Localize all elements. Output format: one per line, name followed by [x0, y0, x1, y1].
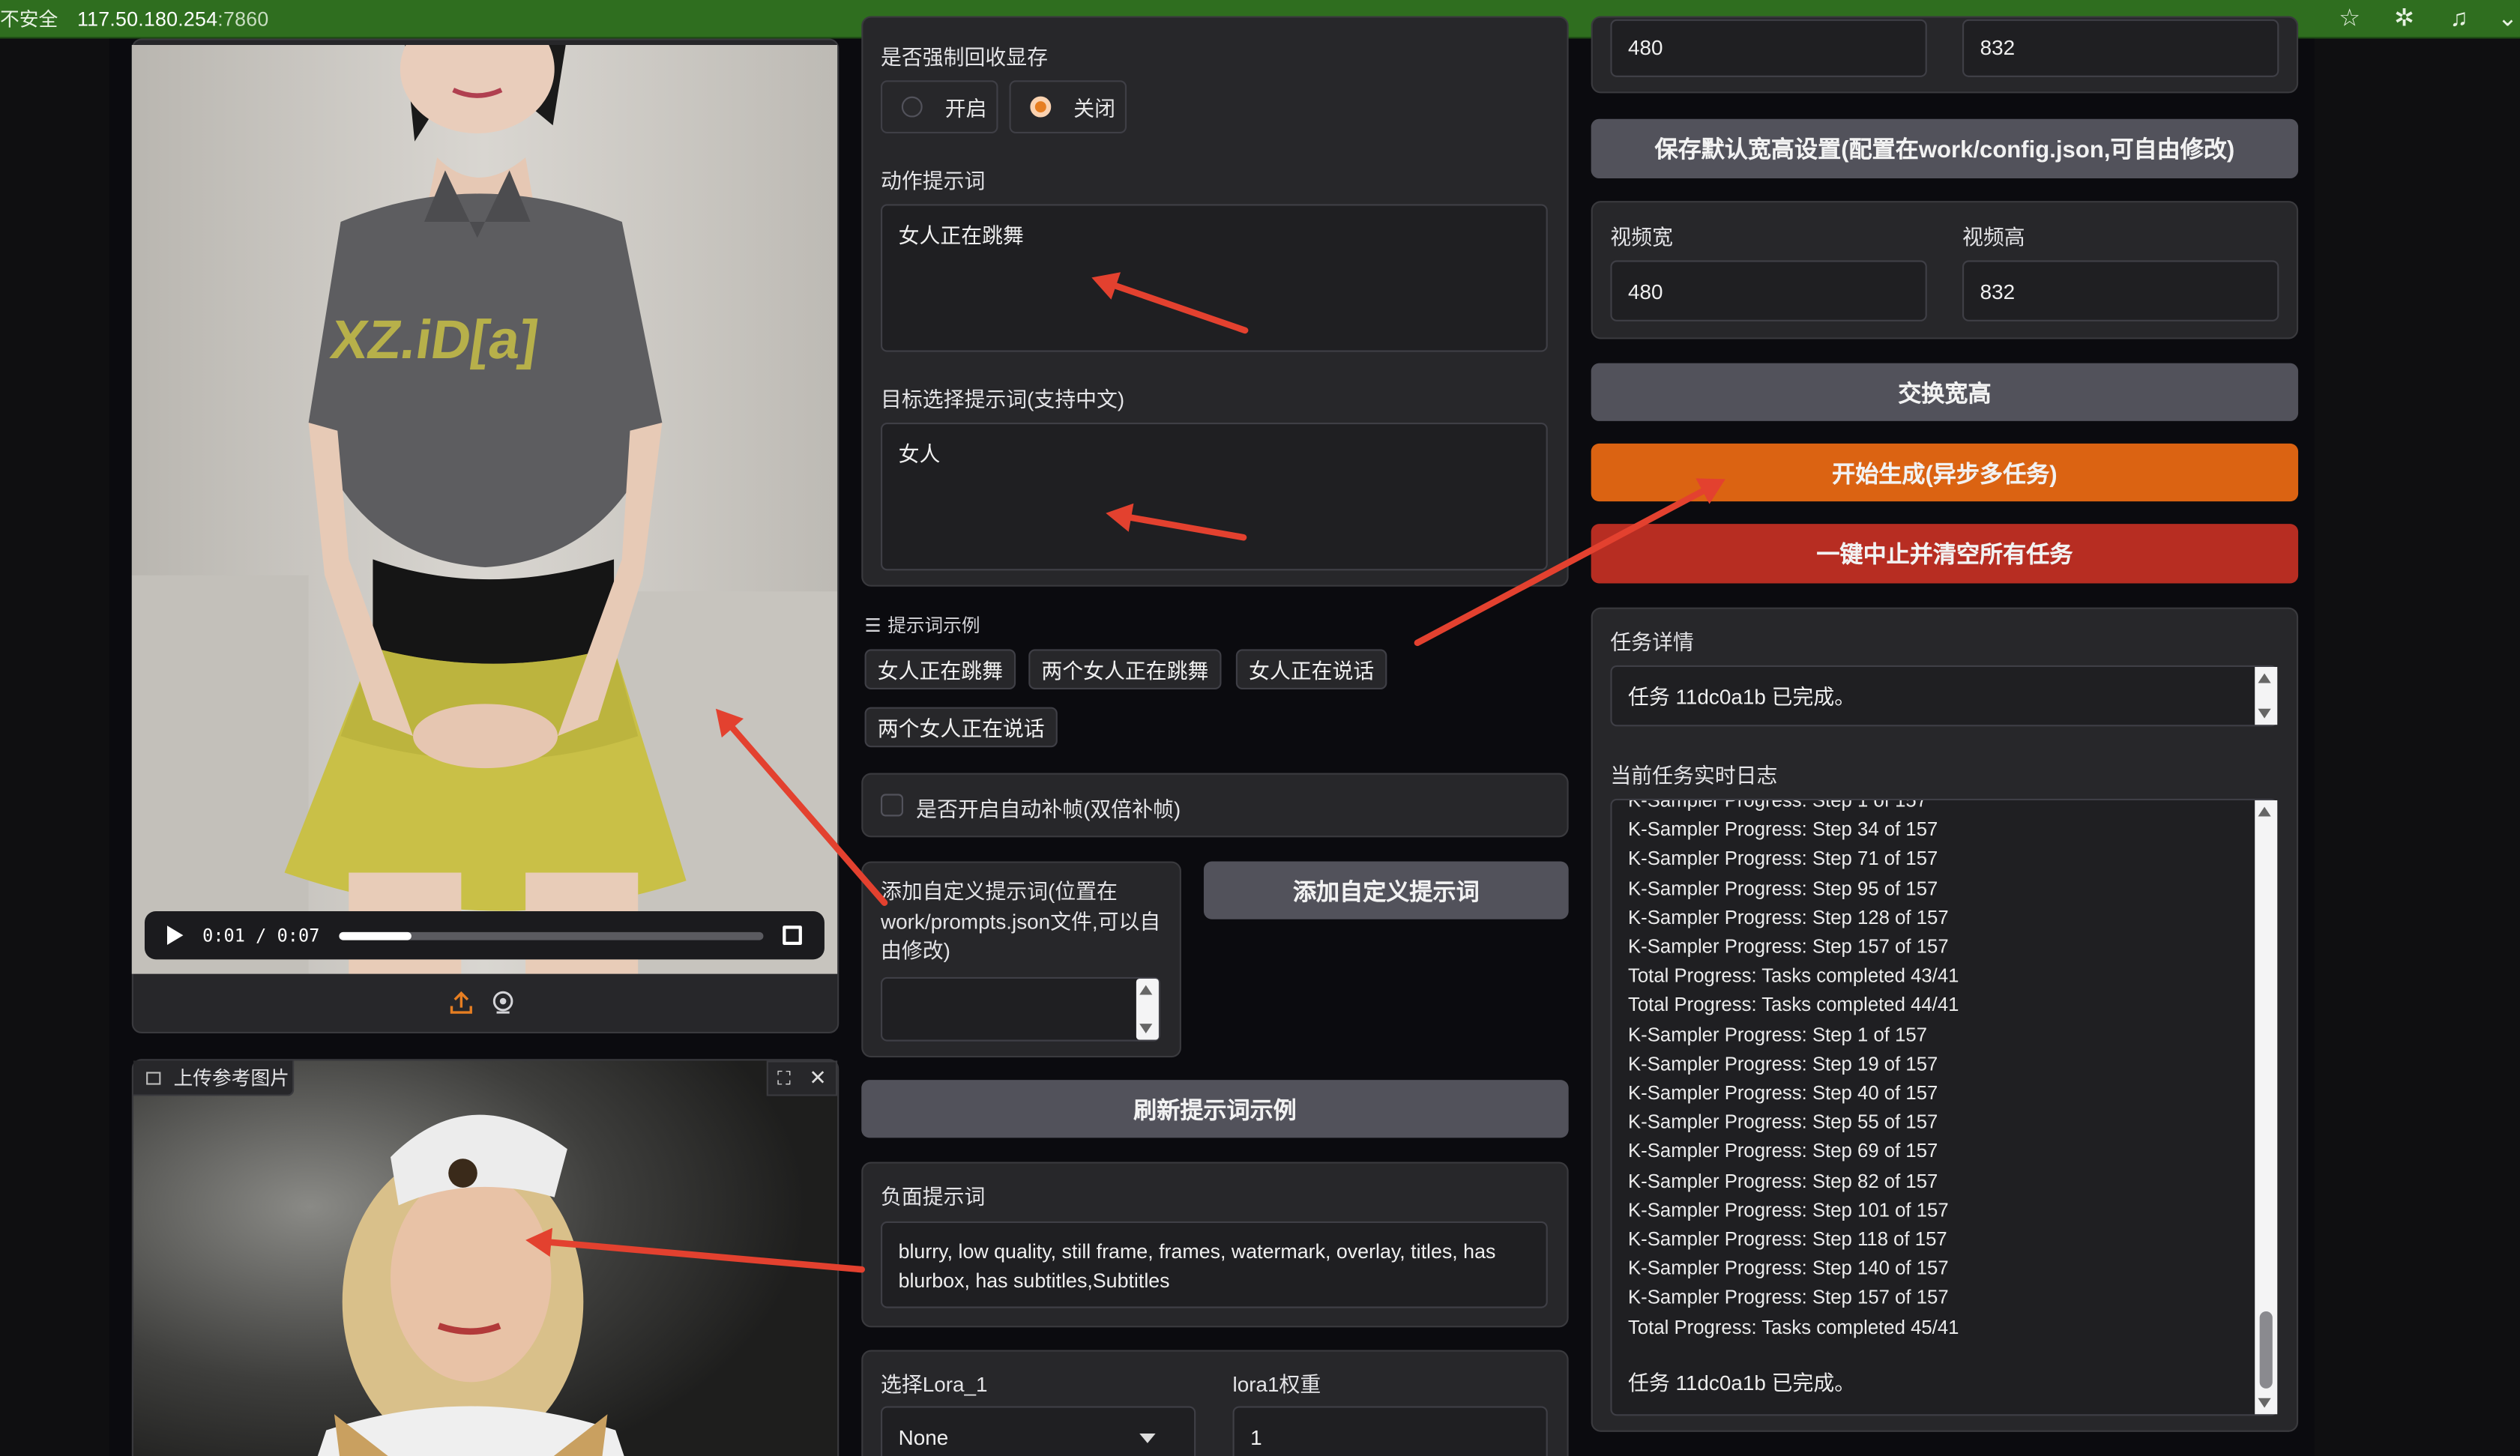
log-line: K-Sampler Progress: Step 71 of 157: [1628, 848, 1938, 871]
lora-select[interactable]: None: [880, 1406, 1196, 1456]
interp-label: 是否开启自动补帧(双倍补帧): [916, 797, 1181, 821]
log-line-partial: K-Sampler Progress: Step 1 of 157: [1628, 798, 1928, 812]
lora-weight-input[interactable]: 1: [1232, 1406, 1548, 1456]
url-port: :7860: [217, 7, 269, 30]
url-host: 117.50.180.254: [76, 7, 218, 30]
bookmark-star-icon[interactable]: ☆: [2333, 3, 2366, 35]
log-line: K-Sampler Progress: Step 40 of 157: [1628, 1081, 1938, 1105]
image-icon: [146, 1071, 161, 1084]
negative-prompt-input[interactable]: blurry, low quality, still frame, frames…: [880, 1221, 1548, 1308]
log-line: K-Sampler Progress: Step 1 of 157: [1628, 1023, 1928, 1046]
example-chip[interactable]: 女人正在说话: [1235, 649, 1387, 690]
log-line: Total Progress: Tasks completed 45/41: [1628, 1315, 1959, 1338]
extension-icon[interactable]: ✲: [2388, 3, 2420, 35]
upload-icon[interactable]: [447, 990, 479, 1015]
webcam-icon[interactable]: [490, 990, 519, 1015]
log-lines: K-Sampler Progress: Step 34 of 157 K-Samp…: [1628, 815, 2260, 1342]
dropdown-arrow-icon: [1139, 1433, 1156, 1443]
log-line: K-Sampler Progress: Step 82 of 157: [1628, 1169, 1938, 1192]
log-line: K-Sampler Progress: Step 95 of 157: [1628, 877, 1938, 900]
expand-icon[interactable]: ⛶: [777, 1066, 791, 1090]
log-scrollbar[interactable]: [2255, 800, 2278, 1415]
target-prompt-input[interactable]: 女人: [880, 423, 1548, 571]
log-line: K-Sampler Progress: Step 118 of 157: [1628, 1227, 1947, 1251]
video-frame-image: XZ.iD[a]: [131, 45, 838, 974]
log-line: K-Sampler Progress: Step 69 of 157: [1628, 1140, 1938, 1163]
radio-icon: [901, 96, 923, 118]
target-prompt-label: 目标选择提示词(支持中文): [880, 387, 1125, 412]
log-scroll-thumb[interactable]: [2259, 1311, 2273, 1389]
log-label: 当前任务实时日志: [1610, 763, 1778, 788]
video-controls: 0:01 / 0:07: [144, 910, 825, 960]
swap-size-button[interactable]: 交换宽高: [1591, 363, 2299, 421]
memory-off-label: 关闭: [1073, 96, 1116, 121]
task-detail-scrollbar[interactable]: [2255, 667, 2278, 725]
log-line: K-Sampler Progress: Step 140 of 157: [1628, 1257, 1949, 1280]
svg-text:XZ.iD[a]: XZ.iD[a]: [327, 309, 542, 371]
example-chip[interactable]: 两个女人正在说话: [864, 707, 1058, 748]
memory-off-radio[interactable]: 关闭: [1009, 80, 1127, 134]
video-height-input[interactable]: 832: [1962, 260, 2279, 321]
log-line: K-Sampler Progress: Step 101 of 157: [1628, 1198, 1949, 1221]
insecure-label: 不安全: [0, 7, 58, 31]
log-line: K-Sampler Progress: Step 34 of 157: [1628, 818, 1938, 842]
examples-label: 提示词示例: [887, 617, 980, 637]
top-width-input[interactable]: 480: [1610, 19, 1927, 77]
video-height-label: 视频高: [1962, 225, 2025, 250]
log-output: K-Sampler Progress: Step 1 of 157 K-Samp…: [1610, 798, 2278, 1416]
interp-checkbox[interactable]: [880, 794, 904, 817]
log-line: K-Sampler Progress: Step 19 of 157: [1628, 1052, 1938, 1075]
url-text[interactable]: 117.50.180.254:7860: [77, 7, 268, 30]
media-control-icon[interactable]: ♫: [2443, 3, 2475, 35]
custom-prompt-scrollbar[interactable]: [1136, 979, 1159, 1040]
video-player[interactable]: XZ.iD[a]: [131, 45, 838, 974]
fullscreen-icon[interactable]: [782, 925, 802, 946]
log-line: Total Progress: Tasks completed 44/41: [1628, 994, 1959, 1017]
log-line: K-Sampler Progress: Step 157 of 157: [1628, 935, 1949, 958]
negative-prompt-label: 负面提示词: [880, 1184, 986, 1209]
close-icon[interactable]: ✕: [809, 1066, 826, 1091]
play-icon[interactable]: [166, 925, 184, 946]
example-chip[interactable]: 两个女人正在跳舞: [1028, 649, 1222, 690]
custom-prompt-label: 添加自定义提示词(位置在work/prompts.json文件,可以自由修改): [880, 879, 1161, 963]
task-detail-output: 任务 11dc0a1b 已完成。: [1610, 665, 2278, 727]
memory-label: 是否强制回收显存: [880, 45, 1049, 70]
video-width-input[interactable]: 480: [1610, 260, 1927, 321]
stop-all-button[interactable]: 一键中止并清空所有任务: [1591, 524, 2299, 584]
log-line: Total Progress: Tasks completed 43/41: [1628, 964, 1959, 988]
action-prompt-input[interactable]: 女人正在跳舞: [880, 204, 1548, 352]
examples-header: ☰ 提示词示例: [865, 612, 980, 638]
log-line: K-Sampler Progress: Step 128 of 157: [1628, 906, 1949, 929]
action-prompt-label: 动作提示词: [880, 169, 986, 193]
radio-selected-icon: [1030, 96, 1052, 118]
lora-select-label: 选择Lora_1: [880, 1372, 988, 1397]
save-default-size-button[interactable]: 保存默认宽高设置(配置在work/config.json,可自由修改): [1591, 118, 2299, 179]
add-custom-prompt-button[interactable]: 添加自定义提示词: [1203, 861, 1569, 919]
top-height-input[interactable]: 832: [1962, 19, 2279, 77]
log-line: K-Sampler Progress: Step 157 of 157: [1628, 1286, 1949, 1309]
example-chip[interactable]: 女人正在跳舞: [864, 649, 1016, 690]
chevron-down-icon[interactable]: ⌄: [2498, 3, 2518, 35]
video-width-label: 视频宽: [1610, 225, 1674, 250]
log-line: K-Sampler Progress: Step 55 of 157: [1628, 1111, 1938, 1134]
custom-prompt-input[interactable]: [880, 976, 1161, 1042]
memory-on-radio[interactable]: 开启: [880, 80, 998, 134]
memory-on-label: 开启: [944, 96, 987, 121]
current-time: 0:01: [202, 925, 245, 946]
list-icon: ☰: [864, 617, 881, 637]
duration: 0:07: [277, 925, 320, 946]
task-detail-label: 任务详情: [1610, 629, 1694, 654]
ref-image-toolbar: ⛶ ✕: [766, 1060, 838, 1096]
video-progress-fill: [339, 931, 412, 940]
video-progress-track[interactable]: [339, 931, 764, 940]
lora-select-value: None: [898, 1425, 949, 1450]
upload-ref-tab: 上传参考图片: [133, 1060, 295, 1096]
refresh-examples-button[interactable]: 刷新提示词示例: [861, 1080, 1569, 1138]
lora-weight-label: lora1权重: [1232, 1372, 1321, 1397]
upload-ref-label: 上传参考图片: [173, 1067, 289, 1090]
video-time: 0:01 / 0:07: [202, 925, 320, 946]
log-final-line: 任务 11dc0a1b 已完成。: [1628, 1371, 1856, 1395]
